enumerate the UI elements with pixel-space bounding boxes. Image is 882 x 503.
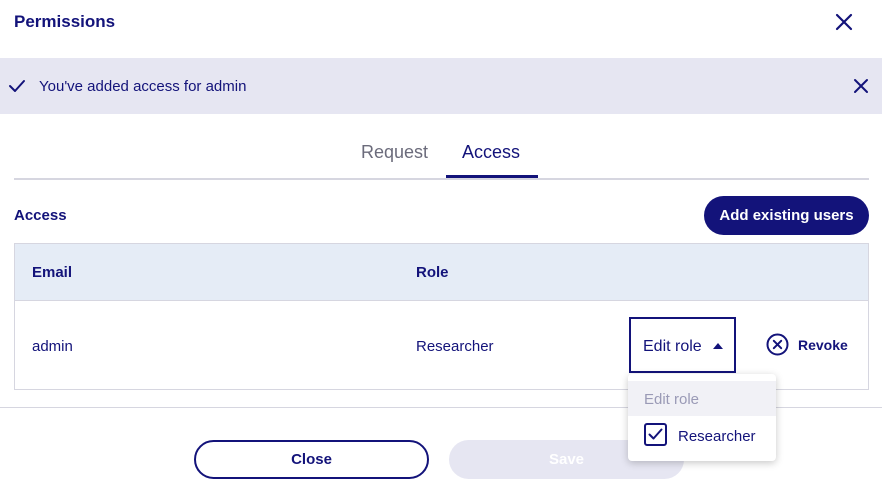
close-dialog-icon[interactable] xyxy=(834,12,854,32)
edit-role-select[interactable]: Edit role xyxy=(629,317,736,373)
access-table: Email Role admin Researcher Edit role Re… xyxy=(14,243,869,390)
edit-role-dropdown: Edit role Researcher xyxy=(628,374,776,461)
edit-role-label: Edit role xyxy=(643,338,702,355)
table-header: Email Role xyxy=(15,244,868,301)
dropdown-header: Edit role xyxy=(628,381,776,416)
dialog-header: Permissions xyxy=(0,0,882,46)
dropdown-option-researcher[interactable]: Researcher xyxy=(628,418,776,454)
dropdown-option-label: Researcher xyxy=(678,428,756,445)
access-section-label: Access xyxy=(14,207,67,224)
revoke-label: Revoke xyxy=(798,337,848,353)
close-button[interactable]: Close xyxy=(194,440,429,479)
dialog-title: Permissions xyxy=(14,12,116,31)
tab-request[interactable]: Request xyxy=(361,142,428,163)
column-header-role: Role xyxy=(416,264,449,281)
checkmark-icon xyxy=(8,77,26,95)
dismiss-banner-icon[interactable] xyxy=(852,77,870,95)
revoke-circle-x-icon xyxy=(766,333,789,356)
add-existing-users-button[interactable]: Add existing users xyxy=(704,196,869,235)
checkbox-checked-icon[interactable] xyxy=(644,423,667,446)
tab-access[interactable]: Access xyxy=(462,142,520,163)
active-tab-indicator xyxy=(446,175,538,178)
caret-up-icon xyxy=(713,343,723,349)
banner-message: You've added access for admin xyxy=(39,78,247,95)
tab-bar: Request Access xyxy=(14,132,869,180)
column-header-email: Email xyxy=(32,264,73,281)
row-email: admin xyxy=(32,338,73,355)
row-role: Researcher xyxy=(416,338,494,355)
success-banner: You've added access for admin xyxy=(0,58,882,114)
dropdown-header-label: Edit role xyxy=(644,391,700,408)
